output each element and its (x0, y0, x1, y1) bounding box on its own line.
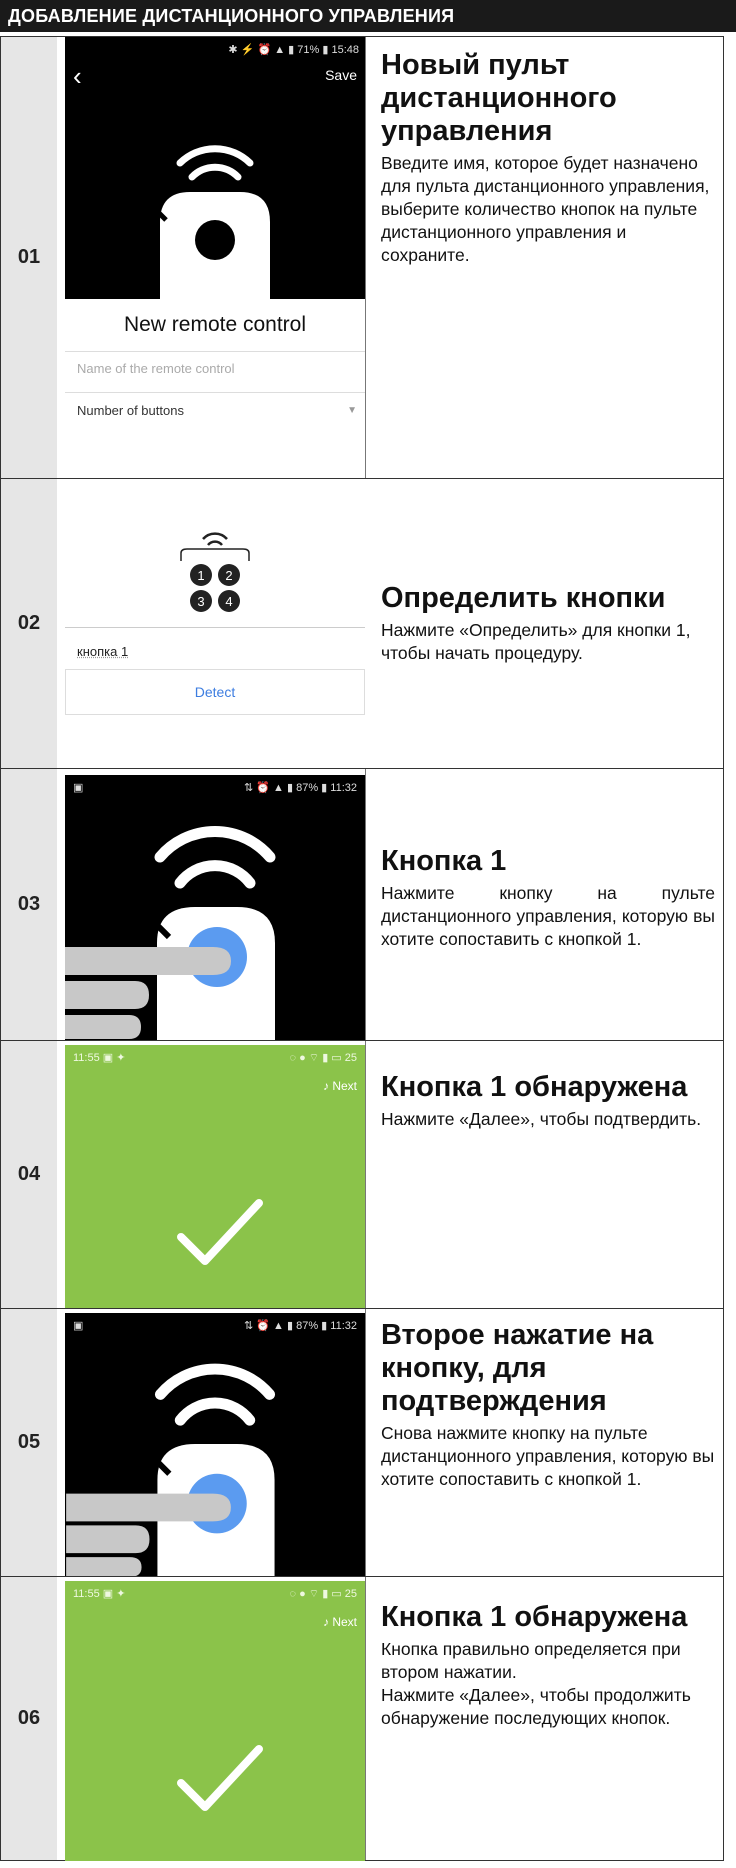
divider (65, 351, 365, 352)
step-text: Новый пульт дистанционного управления Вв… (381, 49, 715, 267)
step-description: Нажмите «Определить» для кнопки 1, чтобы… (381, 620, 691, 663)
select-label: Number of buttons (77, 403, 184, 418)
status-bar: ✱ ⚡ ⏰ ▲ ▮ 71% ▮ 15:48 (228, 44, 359, 56)
buttons-count-select[interactable]: Number of buttons ▼ (77, 403, 357, 418)
dropdown-caret-icon: ▼ (347, 405, 357, 416)
app-screen: ▣ ⇅ ⏰ ▲ ▮ 87% ▮ 11:32 (65, 775, 365, 1041)
wifi-signal-icon (176, 145, 254, 181)
status-bar-left: 11:55 ▣ ✦ (73, 1052, 126, 1064)
step-screenshot: 11:55 ▣ ✦ ◌ ● ⌔ ▮ ▭ 25 ♪ Next (65, 1577, 366, 1861)
key-label: 1 (197, 568, 204, 583)
step-number: 02 (1, 479, 57, 768)
key-label: 2 (225, 568, 232, 583)
remote-name-input[interactable]: Name of the remote control (77, 361, 235, 376)
step-text: Кнопка 1 обнаружена Кнопка правильно опр… (381, 1601, 715, 1730)
divider (65, 392, 365, 393)
step-row-06: 06 11:55 ▣ ✦ ◌ ● ⌔ ▮ ▭ 25 ♪ Next Кнопка … (1, 1576, 723, 1861)
remote-name-heading: New remote control (123, 313, 307, 336)
step-title: Кнопка 1 (381, 845, 507, 877)
remote-press-illustration (66, 1363, 276, 1577)
success-screen: 11:55 ▣ ✦ ◌ ● ⌔ ▮ ▭ 25 ♪ Next (65, 1045, 365, 1309)
app-screen: ▣ ⇅ ⏰ ▲ ▮ 87% ▮ 11:32 (65, 1313, 365, 1577)
step-description: Снова нажмите кнопку на пульте дистанцио… (381, 1423, 715, 1489)
step-description: Нажмите кнопку на пульте дистанционного … (381, 883, 715, 949)
step-number: 05 (1, 1309, 57, 1576)
step-title: Второе нажатие на кнопку, для подтвержде… (381, 1319, 654, 1417)
step-screenshot: ▣ ⇅ ⏰ ▲ ▮ 87% ▮ 11:32 (65, 1309, 366, 1577)
section-header: ДОБАВЛЕНИЕ ДИСТАНЦИОННОГО УПРАВЛЕНИЯ (0, 0, 736, 32)
step-text: Кнопка 1 обнаружена Нажмите «Далее», что… (381, 1071, 715, 1131)
step-number: 04 (1, 1041, 57, 1308)
step-screenshot: ▣ ⇅ ⏰ ▲ ▮ 87% ▮ 11:32 (65, 769, 366, 1041)
step-number: 03 (1, 769, 57, 1040)
step-screenshot: 11:55 ▣ ✦ ◌ ● ⌔ ▮ ▭ 25 ♪ Next (65, 1041, 366, 1309)
step-text: Кнопка 1 Нажмите кнопку на пульте дистан… (381, 845, 715, 951)
save-button[interactable]: Save (325, 67, 357, 83)
step-row-04: 04 11:55 ▣ ✦ ◌ ● ⌔ ▮ ▭ 25 ♪ Next Кнопка … (1, 1040, 723, 1309)
remote-control-icon (150, 192, 270, 299)
checkmark-icon (177, 1745, 263, 1811)
detect-label: Detect (194, 684, 236, 700)
step-screenshot: 1 2 3 4 кнопка 1 Detect (65, 479, 365, 768)
remote-press-illustration (65, 825, 276, 1041)
status-bar-left: 11:55 ▣ ✦ (73, 1588, 126, 1600)
step-row-03: 03 ▣ ⇅ ⏰ ▲ ▮ 87% ▮ 11:32 Кнопка 1 Нажмит… (1, 768, 723, 1041)
status-bar-right: ◌ ● ⌔ ▮ ▭ 25 (289, 1588, 358, 1600)
step-number: 01 (1, 37, 57, 478)
step-title: Кнопка 1 обнаружена (381, 1071, 688, 1103)
checkmark-icon (177, 1199, 263, 1265)
four-button-remote-icon: 1 2 3 4 (180, 532, 250, 612)
next-button[interactable]: ♪ Next (323, 1615, 357, 1629)
divider (65, 627, 365, 628)
step-description: Введите имя, которое будет назначено для… (381, 153, 710, 265)
step-description-continued: Нажмите «Далее», чтобы продолжить обнару… (381, 1685, 691, 1728)
step-description: Кнопка правильно определяется при втором… (381, 1639, 681, 1682)
step-row-02: 02 1 2 3 4 кнопка 1 Detect Определить кн… (1, 478, 723, 768)
key-label: 3 (197, 594, 204, 609)
step-row-01: 01 ✱ ⚡ ⏰ ▲ ▮ 71% ▮ 15:48 ‹ Save New remo… (1, 36, 723, 478)
step-screenshot: ✱ ⚡ ⏰ ▲ ▮ 71% ▮ 15:48 ‹ Save New remote … (65, 37, 366, 478)
app-screen-header: ✱ ⚡ ⏰ ▲ ▮ 71% ▮ 15:48 ‹ Save (65, 37, 365, 299)
note-icon: ♪ (322, 1079, 329, 1093)
step-title: Новый пульт дистанционного управления (381, 49, 617, 147)
next-button[interactable]: ♪ Next (323, 1079, 357, 1093)
note-icon: ♪ (322, 1615, 329, 1629)
step-text: Второе нажатие на кнопку, для подтвержде… (381, 1319, 715, 1491)
button-name-field[interactable]: кнопка 1 (77, 644, 128, 659)
back-arrow-icon[interactable]: ‹ (73, 63, 82, 89)
step-title: Кнопка 1 обнаружена (381, 1601, 688, 1633)
step-text: Определить кнопки Нажмите «Определить» д… (381, 582, 715, 665)
key-label: 4 (225, 594, 232, 609)
step-row-05: 05 ▣ ⇅ ⏰ ▲ ▮ 87% ▮ 11:32 Второе нажатие … (1, 1308, 723, 1577)
step-title: Определить кнопки (381, 582, 666, 614)
steps-table: 01 ✱ ⚡ ⏰ ▲ ▮ 71% ▮ 15:48 ‹ Save New remo… (0, 36, 724, 1861)
status-bar-right: ◌ ● ⌔ ▮ ▭ 25 (289, 1052, 358, 1064)
step-description: Нажмите «Далее», чтобы подтвердить. (381, 1109, 702, 1129)
step-number: 06 (1, 1577, 57, 1860)
detect-button[interactable]: Detect (65, 669, 365, 715)
success-screen: 11:55 ▣ ✦ ◌ ● ⌔ ▮ ▭ 25 ♪ Next (65, 1581, 365, 1861)
